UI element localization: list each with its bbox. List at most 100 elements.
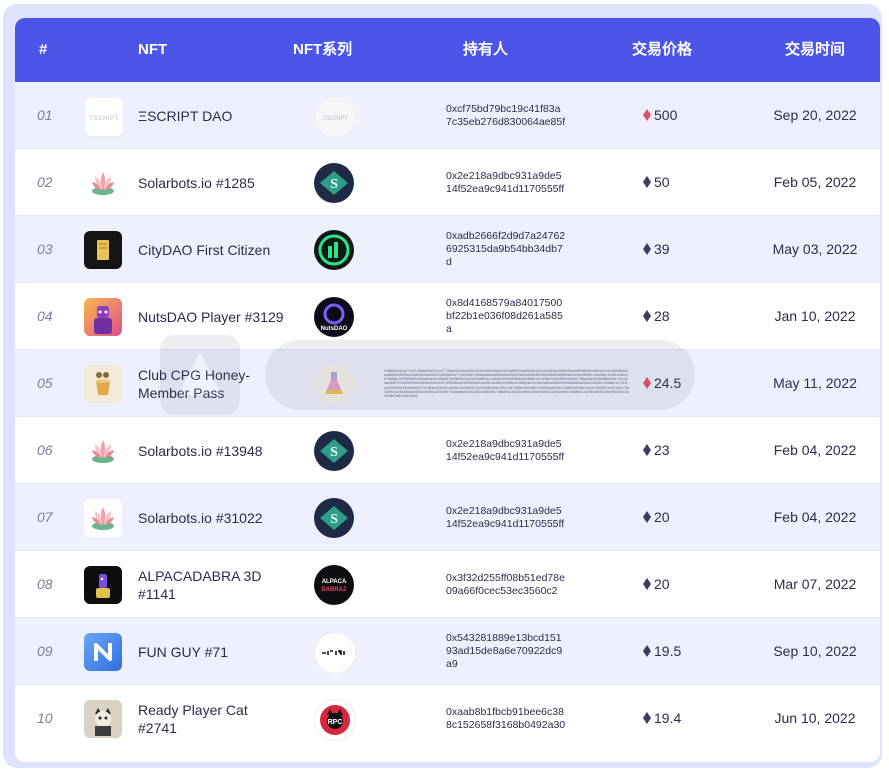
nutsdao-series-icon[interactable]: NutsDAO xyxy=(314,297,354,337)
holder-address[interactable]: 0x8d4168579a84017500bf22b1e036f08d261a58… xyxy=(446,283,566,350)
nft-name[interactable]: Club CPG Honey-Member Pass xyxy=(138,350,288,417)
citydao-series-icon[interactable] xyxy=(314,230,354,270)
price: 28 xyxy=(643,283,670,350)
table-row[interactable]: 07 Solarbots.io #31022 S 0x2e218a9dbc931… xyxy=(15,484,880,551)
header-price: 交易价格 xyxy=(632,41,693,58)
nft-name[interactable]: ΞSCRIPT DAO xyxy=(138,82,288,149)
eth-icon xyxy=(643,444,651,456)
nft-name[interactable]: Solarbots.io #1285 xyxy=(138,149,288,216)
header-nft: NFT xyxy=(138,41,168,58)
trade-date: Feb 05, 2022 xyxy=(773,174,857,190)
row-rank: 03 xyxy=(37,241,53,257)
row-rank: 05 xyxy=(37,375,53,391)
holder-address[interactable]: 0x543281889e13bcd15193ad15de8a6e70922dc9… xyxy=(446,618,566,685)
price: 24.5 xyxy=(643,350,681,417)
price: 500 xyxy=(643,82,677,149)
holder-address[interactable]: 0xadb2666f2d9d7a247626925315da9b54bb34db… xyxy=(446,216,566,283)
eth-icon xyxy=(643,511,651,523)
price-value: 28 xyxy=(654,308,670,324)
price: 23 xyxy=(643,417,670,484)
nft-sales-table: # NFT NFT系列 持有人 交易价格 交易时间 01 ΞSCRIPT ΞSC… xyxy=(15,18,880,762)
holder-address[interactable]: 0x2e218a9dbc931a9de514f52ea9c941d1170555… xyxy=(446,484,566,551)
holder-address[interactable]: 0x2e218a9dbc931a9de514f52ea9c941d1170555… xyxy=(446,417,566,484)
holder-address[interactable]: 0x3f32d255ff08b51ed78e09a66f0cec53ec3560… xyxy=(446,551,566,618)
trade-date: Sep 20, 2022 xyxy=(773,107,857,123)
nft-name[interactable]: NutsDAO Player #3129 xyxy=(138,283,288,350)
solarbots-series-icon[interactable]: S xyxy=(314,431,354,471)
table-row[interactable]: 04 NutsDAO Player #3129 NutsDAO 0x8d4168… xyxy=(15,283,880,350)
table-row[interactable]: 08 ALPACADABRA 3D #1141 ALPACA DABRAZ 0x3… xyxy=(15,551,880,618)
eth-icon xyxy=(643,243,651,255)
row-rank: 09 xyxy=(37,643,53,659)
row-rank: 07 xyxy=(37,509,53,525)
trade-date: May 03, 2022 xyxy=(772,241,858,257)
holder-address[interactable]: 0x8f8b8d25e1b74201d8ddd9b810c7e4770b5fe0… xyxy=(384,350,629,417)
eth-red-icon xyxy=(643,109,651,121)
price: 19.4 xyxy=(643,685,681,752)
svg-text:ΞSCRIPT: ΞSCRIPT xyxy=(322,116,348,122)
price-value: 500 xyxy=(654,107,678,123)
solarbots-series-icon[interactable]: S xyxy=(314,498,354,538)
eth-icon xyxy=(643,310,651,322)
originals-series-icon[interactable] xyxy=(314,632,356,674)
price: 50 xyxy=(643,149,670,216)
trade-date: Jun 10, 2022 xyxy=(774,710,856,726)
price-value: 20 xyxy=(654,509,670,525)
alpaca-avatar-icon xyxy=(84,566,122,604)
row-rank: 10 xyxy=(37,710,53,726)
cat-avatar-icon xyxy=(84,700,122,738)
table-frame: # NFT NFT系列 持有人 交易价格 交易时间 01 ΞSCRIPT ΞSC… xyxy=(3,4,882,768)
nft-name[interactable]: FUN GUY #71 xyxy=(138,618,288,685)
table-row[interactable]: 10 Ready Player Cat #2741 RPC 0xaab8b1fb… xyxy=(15,685,880,752)
alpacadabraz-series-icon[interactable]: ALPACA DABRAZ xyxy=(314,565,354,605)
table-row[interactable]: 01 ΞSCRIPT ΞSCRIPT DAO ΞSCRIPT 0xcf75bd7… xyxy=(15,82,880,149)
row-rank: 01 xyxy=(37,107,53,123)
price-value: 24.5 xyxy=(654,375,682,391)
escript-logo-icon: ΞSCRIPT xyxy=(84,97,124,137)
lotus-flower-icon xyxy=(84,432,122,470)
price-value: 19.5 xyxy=(654,643,682,659)
eth-red-icon xyxy=(643,377,651,389)
holder-address[interactable]: 0xcf75bd79bc19c41f83a7c35eb276d830064ae8… xyxy=(446,82,566,149)
escript-series-icon[interactable]: ΞSCRIPT xyxy=(314,96,356,138)
price: 20 xyxy=(643,551,670,618)
nft-name[interactable]: ALPACADABRA 3D #1141 xyxy=(138,551,288,618)
honey-cup-icon xyxy=(84,365,122,403)
header-holder: 持有人 xyxy=(463,41,509,58)
gold-card-icon xyxy=(84,231,122,269)
solarbots-series-icon[interactable]: S xyxy=(314,163,354,203)
holder-address[interactable]: 0x2e218a9dbc931a9de514f52ea9c941d1170555… xyxy=(446,149,566,216)
lotus-flower-icon xyxy=(84,499,122,537)
svg-text:S: S xyxy=(330,177,338,192)
table-header: # NFT NFT系列 持有人 交易价格 交易时间 xyxy=(15,18,880,82)
ready-player-cat-series-icon[interactable]: RPC xyxy=(314,699,356,741)
holder-address[interactable]: 0xaab8b1fbcb91bee6c388c152658f3168b0492a… xyxy=(446,685,566,752)
price: 20 xyxy=(643,484,670,551)
trade-date: Feb 04, 2022 xyxy=(773,509,857,525)
player-avatar-icon xyxy=(84,298,122,336)
nft-name[interactable]: CityDAO First Citizen xyxy=(138,216,288,283)
table-row[interactable]: 02 Solarbots.io #1285 S 0x2e218a9dbc931a… xyxy=(15,149,880,216)
table-row[interactable]: 05 Club CPG Honey-Member Pass 0x8f8b8d25… xyxy=(15,350,880,417)
nft-name[interactable]: Solarbots.io #13948 xyxy=(138,417,288,484)
nft-name[interactable]: Ready Player Cat #2741 xyxy=(138,685,288,752)
lotus-flower-icon xyxy=(84,164,122,202)
trade-date: Feb 04, 2022 xyxy=(773,442,857,458)
table-row[interactable]: 03 CityDAO First Citizen 0xadb2666f2d9d7… xyxy=(15,216,880,283)
table-row[interactable]: 06 Solarbots.io #13948 S 0x2e218a9dbc931… xyxy=(15,417,880,484)
header-rank: # xyxy=(39,41,48,58)
nft-name[interactable]: Solarbots.io #31022 xyxy=(138,484,288,551)
table-row[interactable]: 09 FUN GUY #71 0x543281889e13bcd15193ad1… xyxy=(15,618,880,685)
row-rank: 04 xyxy=(37,308,53,324)
eth-icon xyxy=(643,176,651,188)
cpg-flask-series-icon[interactable] xyxy=(314,364,354,404)
eth-icon xyxy=(643,645,651,657)
price-value: 19.4 xyxy=(654,710,682,726)
price: 39 xyxy=(643,216,670,283)
svg-text:DABRAZ: DABRAZ xyxy=(321,587,347,593)
header-series: NFT系列 xyxy=(293,41,353,58)
price-value: 39 xyxy=(654,241,670,257)
svg-text:RPC: RPC xyxy=(328,719,343,726)
eth-icon xyxy=(643,578,651,590)
svg-text:ΞSCRIPT: ΞSCRIPT xyxy=(89,116,118,122)
